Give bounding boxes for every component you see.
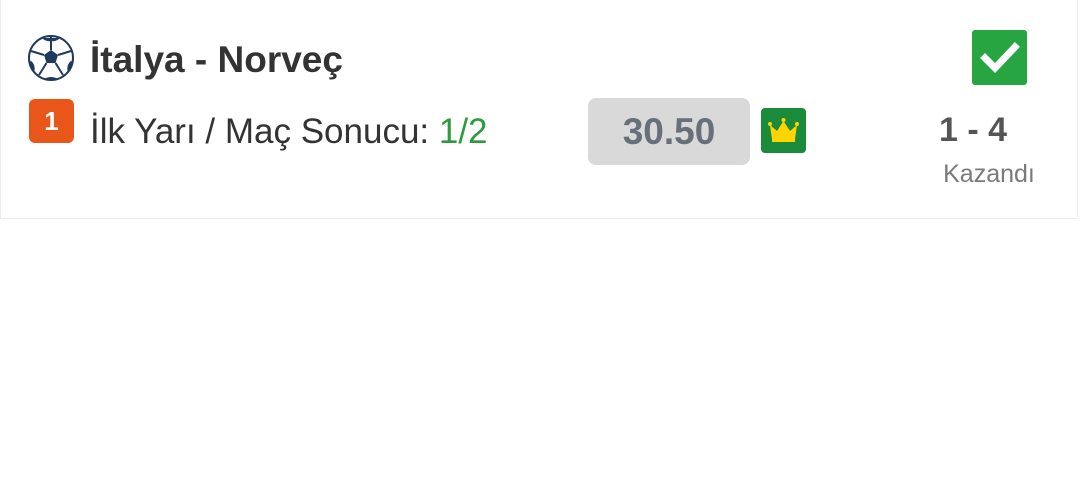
crown-icon [761,108,806,153]
match-title: İtalya - Norveç [90,39,343,80]
match-score: 1 - 4 [938,111,1008,149]
check-icon [972,30,1027,85]
odds-value: 30.50 [588,98,750,165]
market-pick: 1/2 [438,112,488,151]
bet-status: Kazandı [943,160,1035,188]
market-line: İlk Yarı / Maç Sonucu: 1/2 [90,108,488,156]
market-label: İlk Yarı / Maç Sonucu: [90,112,439,151]
bet-card: İtalya - Norveç 1 İlk Yarı / Maç Sonucu:… [0,0,1078,219]
soccer-ball-icon [28,35,74,81]
bet-order-badge: 1 [29,99,74,143]
